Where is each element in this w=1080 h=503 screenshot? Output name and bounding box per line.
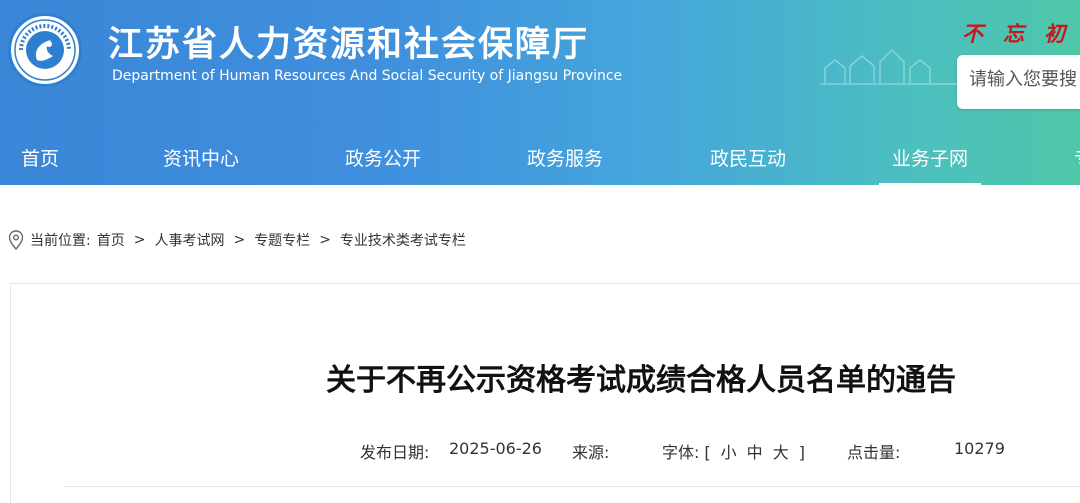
publish-date-label: 发布日期: — [360, 443, 430, 462]
search-box[interactable] — [957, 55, 1080, 109]
font-bracket-close: ] — [798, 443, 805, 462]
main-nav: 首页 资讯中心 政务公开 政务服务 政民互动 业务子网 专 — [0, 128, 1080, 185]
site-title: 江苏省人力资源和社会保障厅 — [108, 25, 590, 65]
search-input[interactable] — [957, 55, 1080, 104]
nav-item-news[interactable]: 资讯中心 — [163, 144, 239, 171]
breadcrumb: 当前位置: 首页 > 人事考试网 > 专题专栏 > 专业技术类考试专栏 — [8, 229, 466, 251]
clicks-label: 点击量: — [847, 443, 901, 462]
breadcrumb-item-home[interactable]: 首页 — [97, 230, 125, 250]
motto-char: 初 — [1044, 21, 1065, 46]
nav-item-more[interactable]: 专 — [1074, 144, 1080, 171]
nav-item-public-affairs[interactable]: 政务公开 — [345, 144, 421, 171]
font-size-large-button[interactable]: 大 — [773, 443, 789, 462]
clicks-count: 10279 — [954, 439, 1005, 458]
emblem-logo[interactable] — [8, 13, 82, 87]
publish-date: 2025-06-26 — [449, 439, 542, 458]
breadcrumb-separator: > — [133, 232, 146, 248]
breadcrumb-item-exam-site[interactable]: 人事考试网 — [154, 230, 224, 250]
font-size-control: 字体:[ 小中大] — [662, 439, 810, 463]
site-title-english: Department of Human Resources And Social… — [112, 68, 623, 84]
emblem-logo-graphic — [14, 19, 76, 81]
breadcrumb-separator: > — [233, 232, 246, 248]
breadcrumb-label: 当前位置: — [30, 233, 91, 249]
breadcrumb-separator: > — [319, 232, 331, 248]
font-size-small-button[interactable]: 小 — [721, 443, 737, 462]
location-pin-icon — [8, 230, 24, 250]
nav-item-interaction[interactable]: 政民互动 — [710, 144, 786, 171]
article-title: 关于不再公示资格考试成绩合格人员名单的通告 — [326, 363, 956, 398]
font-size-medium-button[interactable]: 中 — [747, 443, 763, 462]
site-header: 江苏省人力资源和社会保障厅 Department of Human Resour… — [0, 0, 1080, 185]
meta-divider — [65, 486, 1080, 487]
nav-item-services[interactable]: 政务服务 — [527, 144, 603, 171]
nav-item-business-subnet[interactable]: 业务子网 — [878, 144, 982, 185]
font-bracket-open: [ — [704, 443, 711, 462]
source-label: 来源: — [572, 443, 610, 462]
breadcrumb-item-current[interactable]: 专业技术类考试专栏 — [340, 230, 466, 250]
nav-item-home[interactable]: 首页 — [21, 144, 59, 171]
breadcrumb-item-topics[interactable]: 专题专栏 — [254, 230, 310, 250]
font-size-label: 字体: — [662, 443, 700, 462]
